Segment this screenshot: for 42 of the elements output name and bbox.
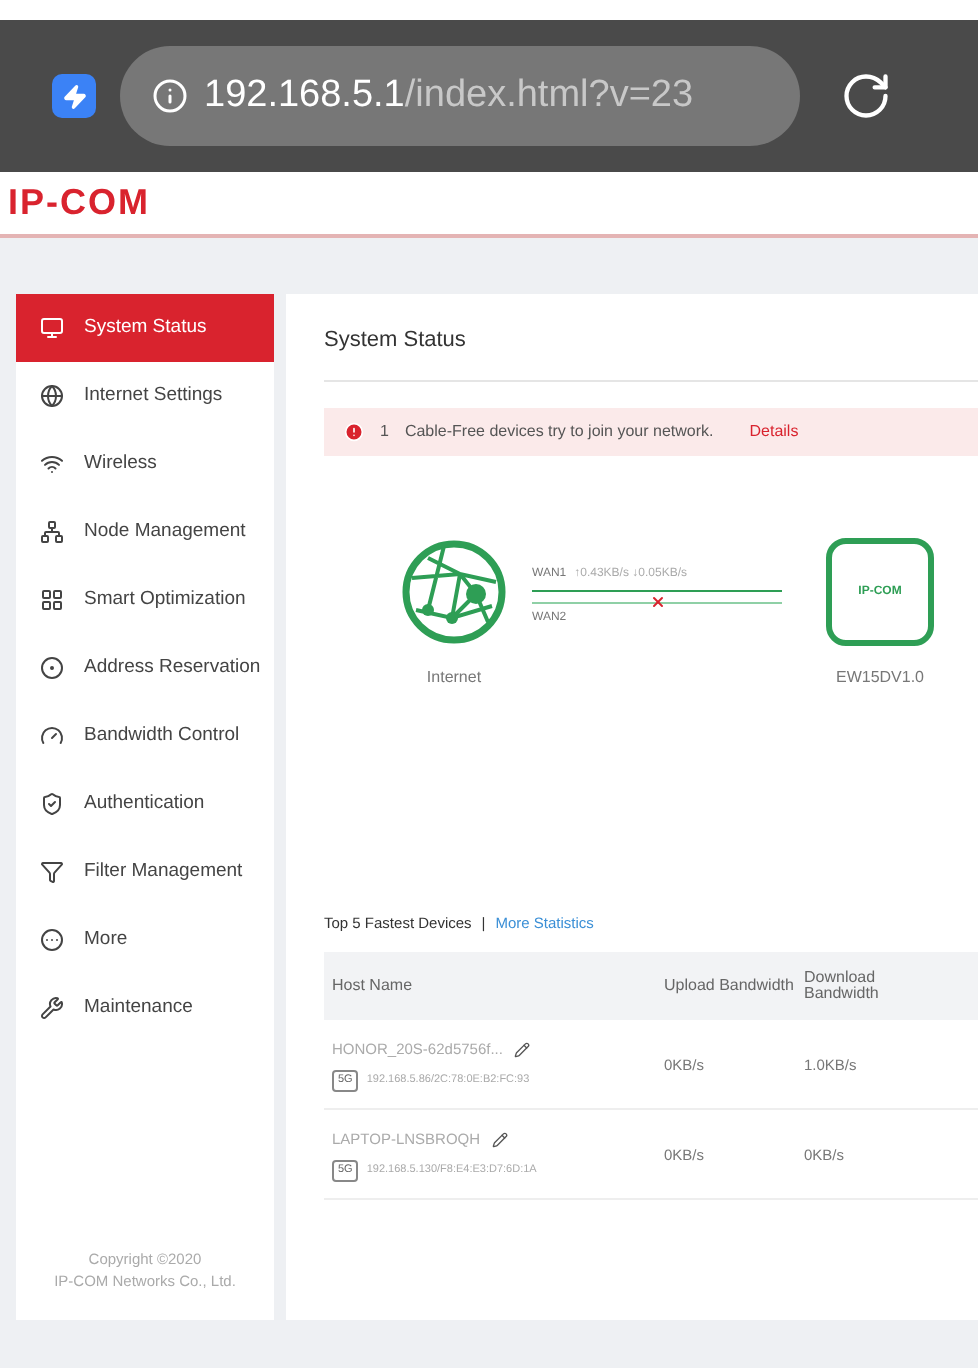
gauge-icon [40,724,64,748]
more-icon [40,928,64,952]
grid-icon [40,588,64,612]
sidebar-item[interactable]: Filter Management [16,838,274,906]
wrench-icon [40,996,64,1020]
reload-icon[interactable] [840,70,892,122]
alert-count: 1 [380,420,389,444]
alert-message: Cable-Free devices try to join your network. [404,420,714,444]
internet-label: Internet [426,666,482,690]
disconnected-icon [649,593,665,609]
app-icon[interactable] [52,74,96,118]
info-icon [152,78,188,114]
sidebar-item[interactable]: Smart Optimization [16,566,274,634]
monitor-icon [40,316,64,340]
network-icon [40,520,64,544]
sidebar-item[interactable]: Address Reservation [16,634,274,702]
address-bar[interactable]: 192.168.5.1/index.html?v=23 [120,46,800,146]
sidebar-item[interactable]: Bandwidth Control [16,702,274,770]
column-header: Download Bandwidth [804,970,881,1003]
sidebar-item[interactable]: Wireless [16,430,274,498]
target-icon [40,656,64,680]
column-header: Host Name [330,974,415,999]
sidebar-item[interactable]: Authentication [16,770,274,838]
sidebar-item[interactable]: Maintenance [16,974,274,1042]
sidebar-item[interactable]: Node Management [16,498,274,566]
sidebar-item[interactable]: Internet Settings [16,362,274,430]
url-path: /index.html?v=23 [404,71,694,120]
page-title: System Status [324,326,466,357]
alert-icon [344,422,364,442]
device-label: EW15DV1.0 [835,666,925,690]
edit-icon[interactable] [514,1041,531,1058]
filter-icon [40,860,64,884]
details-link[interactable]: Details [749,420,799,444]
globe-icon [400,538,508,646]
shield-icon [40,792,64,816]
globe-icon [40,384,64,408]
url-host: 192.168.5.1 [204,71,405,120]
edit-icon[interactable] [492,1131,509,1148]
sidebar-item[interactable]: System Status [16,294,274,362]
sidebar-item[interactable]: More [16,906,274,974]
logo: IP-COM [6,180,150,226]
column-header: Upload Bandwidth [664,974,796,999]
